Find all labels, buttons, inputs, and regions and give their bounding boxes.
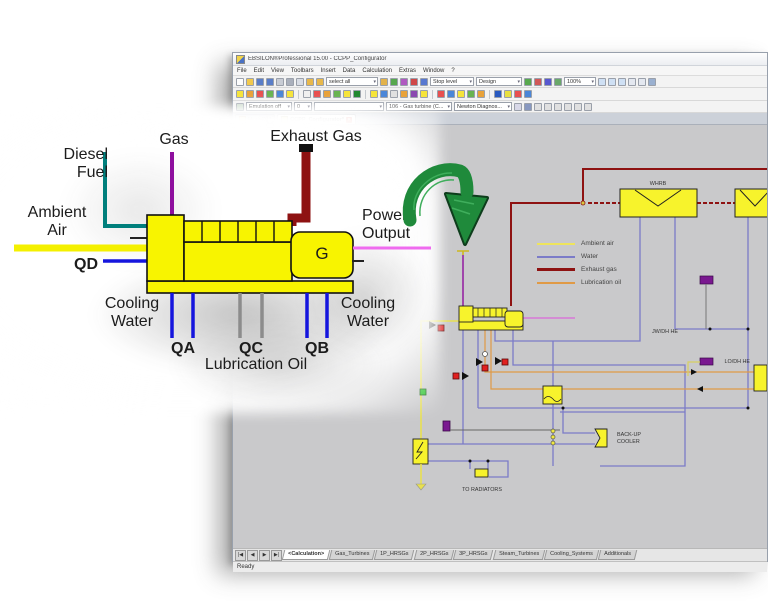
gas-label: Gas bbox=[152, 131, 196, 149]
turbine-diagram bbox=[0, 0, 460, 400]
legend-label: Ambient air bbox=[581, 240, 614, 247]
exhaust-junction[interactable] bbox=[581, 201, 585, 205]
mirror-icon[interactable] bbox=[564, 103, 572, 111]
whrb-label: WHRB bbox=[650, 181, 667, 187]
zoom-window-icon[interactable] bbox=[618, 78, 626, 86]
ambient-air-label: Ambient Air bbox=[17, 204, 97, 240]
legend-swatch bbox=[537, 268, 575, 271]
component-icon-26[interactable] bbox=[477, 90, 485, 98]
bring-front-icon[interactable] bbox=[574, 103, 582, 111]
toolbar-separator bbox=[489, 90, 490, 99]
page: EBSILON®Professional 15.00 - CCPP_Config… bbox=[0, 0, 768, 614]
pan-icon[interactable] bbox=[638, 78, 646, 86]
component-icon-30[interactable] bbox=[514, 90, 522, 98]
send-back-icon[interactable] bbox=[584, 103, 592, 111]
legend-label: Water bbox=[581, 253, 598, 260]
legend-swatch bbox=[537, 282, 575, 284]
jwdh-he-label: JW/DH HE bbox=[652, 329, 678, 335]
diagnose-combo[interactable]: Newton Diagnos...▾ bbox=[454, 102, 512, 111]
legend-row: Lubrication oil bbox=[537, 276, 677, 289]
lubrication-oil-label: Lubrication Oil bbox=[186, 356, 326, 374]
junction-dots bbox=[469, 328, 750, 463]
legend-label: Exhaust gas bbox=[581, 266, 617, 273]
component-icon-28[interactable] bbox=[494, 90, 502, 98]
legend-row: Exhaust gas bbox=[537, 263, 677, 276]
zoom-in-icon[interactable] bbox=[598, 78, 606, 86]
refresh-icon[interactable] bbox=[554, 78, 562, 86]
nav-last-icon[interactable]: ▶| bbox=[271, 550, 282, 561]
air-filter-component[interactable] bbox=[413, 439, 428, 490]
whrb-2[interactable] bbox=[735, 189, 767, 217]
diesel-fuel-label: Diesel Fuel bbox=[38, 146, 108, 182]
backup-cooler-component[interactable] bbox=[595, 429, 607, 447]
diesel-fuel-line bbox=[105, 152, 149, 226]
sheet-tab-gasturbines[interactable]: Gas_Turbines bbox=[329, 550, 376, 560]
legend-swatch bbox=[537, 256, 575, 258]
legend-label: Lubrication oil bbox=[581, 279, 621, 286]
backup-cooler-label-1: BACK-UP bbox=[617, 432, 641, 438]
component-icon-29[interactable] bbox=[504, 90, 512, 98]
whrb-1[interactable] bbox=[620, 189, 697, 217]
profile-prev-icon[interactable] bbox=[534, 78, 542, 86]
schematic-legend: Ambient air Water Exhaust gas Lubrication o… bbox=[537, 237, 677, 289]
lube-oil-diagram-lines bbox=[240, 293, 262, 338]
status-bar: Ready bbox=[233, 561, 767, 572]
align-left-icon[interactable] bbox=[534, 103, 542, 111]
sheet-tab-additionals[interactable]: Additionals bbox=[597, 550, 636, 560]
sheet-tab-coolingsystems[interactable]: Cooling_Systems bbox=[544, 550, 599, 560]
zoom-fit-icon[interactable] bbox=[628, 78, 636, 86]
sheet-tab-2phrsgs[interactable]: 2P_HRSGs bbox=[414, 550, 455, 560]
profile-add-icon[interactable] bbox=[524, 78, 532, 86]
sheet-tab-3phrsgs[interactable]: 3P_HRSGs bbox=[453, 550, 494, 560]
cooling-water-left-label: Cooling Water bbox=[98, 295, 166, 331]
zoom-out-icon[interactable] bbox=[608, 78, 616, 86]
exhaust-duct bbox=[292, 151, 306, 226]
lube-oil-lines[interactable] bbox=[485, 329, 754, 389]
radiators-component[interactable] bbox=[475, 469, 488, 477]
fullscreen-icon[interactable] bbox=[648, 78, 656, 86]
find-icon[interactable] bbox=[514, 103, 522, 111]
profile-next-icon[interactable] bbox=[544, 78, 552, 86]
rotate-icon[interactable] bbox=[554, 103, 562, 111]
sheet-tab-calculation[interactable]: <Calculation> bbox=[282, 550, 331, 560]
zoom-combo[interactable]: 100%▾ bbox=[564, 77, 596, 86]
lodh-he-label: LO/DH HE bbox=[725, 359, 751, 365]
cooling-water-lines bbox=[172, 293, 327, 338]
green-arrow bbox=[392, 158, 494, 253]
legend-row: Ambient air bbox=[537, 237, 677, 250]
legend-row: Water bbox=[537, 250, 677, 263]
status-text: Ready bbox=[237, 564, 254, 570]
component-icon-25[interactable] bbox=[467, 90, 475, 98]
nav-prev-icon[interactable]: ◀ bbox=[247, 550, 258, 561]
nav-first-icon[interactable]: |◀ bbox=[235, 550, 246, 561]
backup-cooler-label-2: COOLER bbox=[617, 439, 640, 445]
align-right-icon[interactable] bbox=[544, 103, 552, 111]
binoculars-icon[interactable] bbox=[524, 103, 532, 111]
dh-fitting-component[interactable] bbox=[700, 276, 713, 329]
exhaust-gas-label: Exhaust Gas bbox=[260, 128, 372, 146]
qd-label: QD bbox=[70, 256, 102, 274]
generator-label: G bbox=[306, 245, 338, 263]
sheet-tab-bar: |◀◀▶▶|<Calculation>Gas_Turbines1P_HRSGs2… bbox=[233, 548, 767, 561]
profile-combo[interactable]: Design▾ bbox=[476, 77, 522, 86]
legend-swatch bbox=[537, 243, 575, 245]
component-icon-31[interactable] bbox=[524, 90, 532, 98]
cooling-water-right-label: Cooling Water bbox=[334, 295, 402, 331]
sheet-tab-steamturbines[interactable]: Steam_Turbines bbox=[492, 550, 545, 560]
nav-next-icon[interactable]: ▶ bbox=[259, 550, 270, 561]
to-radiators-label: TO RADIATORS bbox=[462, 487, 502, 493]
sheet-tab-1phrsgs[interactable]: 1P_HRSGs bbox=[374, 550, 415, 560]
